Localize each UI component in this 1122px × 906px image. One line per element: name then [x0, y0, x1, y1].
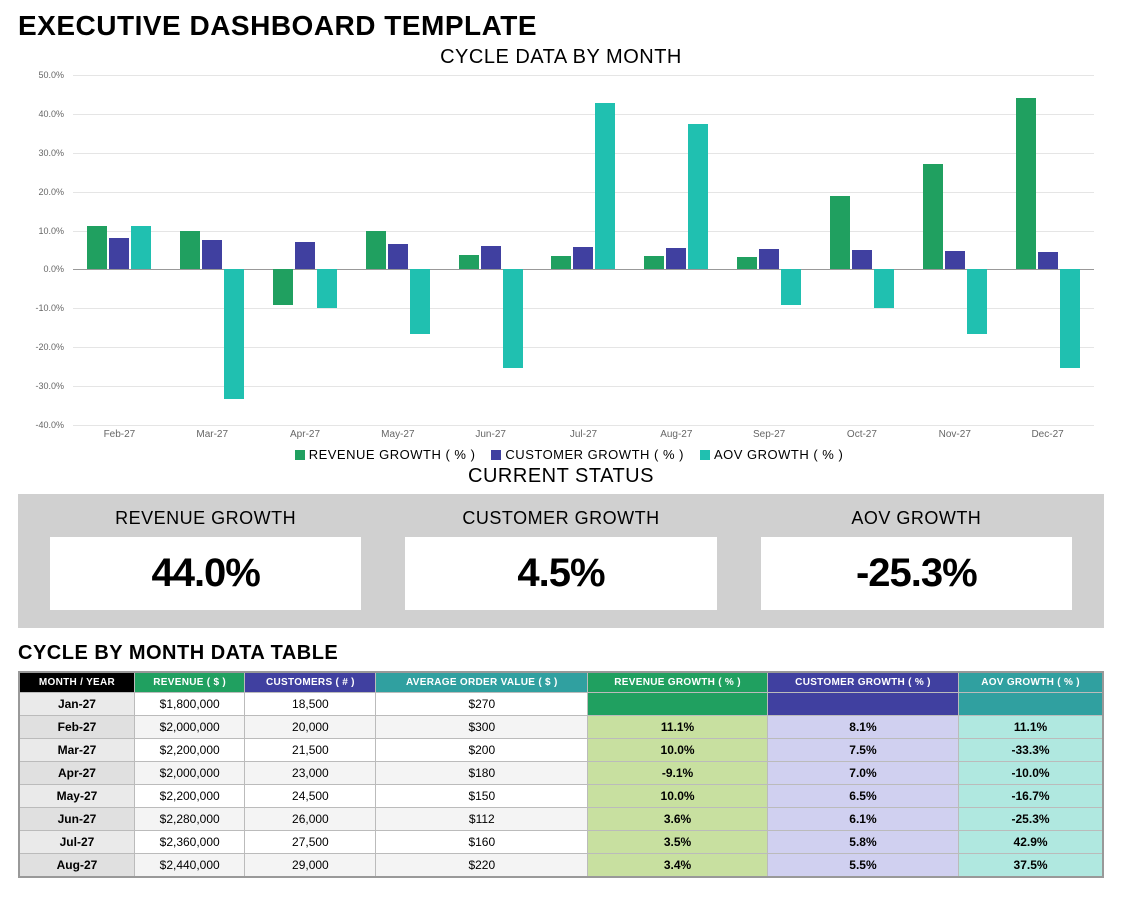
chart-bar — [666, 248, 686, 269]
chart-bar — [688, 124, 708, 270]
status-card-customer: CUSTOMER GROWTH 4.5% — [383, 508, 738, 610]
th-aov-growth: AOV GROWTH ( % ) — [959, 672, 1103, 693]
legend-label: REVENUE GROWTH ( % ) — [309, 447, 476, 462]
chart-bar — [874, 269, 894, 308]
status-label: REVENUE GROWTH — [28, 508, 383, 529]
chart-bar — [967, 269, 987, 334]
chart-bar — [759, 249, 779, 269]
th-aov: AVERAGE ORDER VALUE ( $ ) — [376, 672, 588, 693]
x-axis-label: Oct-27 — [816, 429, 909, 440]
chart-bar — [923, 164, 943, 269]
chart-bar — [551, 256, 571, 270]
x-axis-label: Dec-27 — [1001, 429, 1094, 440]
status-label: CUSTOMER GROWTH — [383, 508, 738, 529]
chart-bar — [388, 244, 408, 269]
x-axis-label: Aug-27 — [630, 429, 723, 440]
table-row: Mar-27$2,200,00021,500$20010.0%7.5%-33.3… — [19, 739, 1103, 762]
chart-bar — [573, 247, 593, 270]
legend-label: CUSTOMER GROWTH ( % ) — [505, 447, 684, 462]
chart-bar — [317, 269, 337, 308]
chart-bar — [781, 269, 801, 304]
chart-bar — [644, 256, 664, 269]
chart-bar — [595, 103, 615, 270]
status-value: 4.5% — [405, 537, 716, 610]
page-title: EXECUTIVE DASHBOARD TEMPLATE — [18, 10, 1104, 42]
chart-bar — [131, 226, 151, 269]
x-axis-label: Nov-27 — [908, 429, 1001, 440]
x-axis-label: Jul-27 — [537, 429, 630, 440]
x-axis-label: Mar-27 — [166, 429, 259, 440]
x-axis-label: May-27 — [351, 429, 444, 440]
chart-bar — [830, 196, 850, 270]
cycle-data-chart: -40.0%-30.0%-20.0%-10.0%0.0%10.0%20.0%30… — [18, 75, 1104, 455]
chart-bar — [410, 269, 430, 334]
table-row: Feb-27$2,000,00020,000$30011.1%8.1%11.1% — [19, 716, 1103, 739]
chart-bar — [459, 255, 479, 269]
chart-bar — [481, 246, 501, 270]
th-month: MONTH / YEAR — [19, 672, 134, 693]
chart-bar — [87, 226, 107, 269]
status-label: AOV GROWTH — [739, 508, 1094, 529]
status-card-revenue: REVENUE GROWTH 44.0% — [28, 508, 383, 610]
table-row: Apr-27$2,000,00023,000$180-9.1%7.0%-10.0… — [19, 762, 1103, 785]
chart-bar — [202, 240, 222, 269]
x-axis-label: Feb-27 — [73, 429, 166, 440]
table-row: Jan-27$1,800,00018,500$270 — [19, 693, 1103, 716]
chart-bar — [273, 269, 293, 304]
table-row: Jul-27$2,360,00027,500$1603.5%5.8%42.9% — [19, 831, 1103, 854]
status-value: 44.0% — [50, 537, 361, 610]
chart-bar — [737, 257, 757, 270]
status-value: -25.3% — [761, 537, 1072, 610]
x-axis-label: Sep-27 — [723, 429, 816, 440]
chart-bar — [945, 251, 965, 270]
x-axis-label: Apr-27 — [259, 429, 352, 440]
cycle-data-table: MONTH / YEAR REVENUE ( $ ) CUSTOMERS ( #… — [18, 671, 1104, 878]
legend-label: AOV GROWTH ( % ) — [714, 447, 843, 462]
chart-bar — [1038, 252, 1058, 270]
th-revenue: REVENUE ( $ ) — [134, 672, 244, 693]
status-title: CURRENT STATUS — [18, 465, 1104, 488]
chart-bar — [366, 231, 386, 270]
chart-bar — [852, 250, 872, 269]
chart-legend: REVENUE GROWTH ( % ) CUSTOMER GROWTH ( % … — [18, 447, 1104, 462]
chart-bar — [180, 231, 200, 270]
chart-bar — [109, 238, 129, 270]
table-row: May-27$2,200,00024,500$15010.0%6.5%-16.7… — [19, 785, 1103, 808]
th-cust-growth: CUSTOMER GROWTH ( % ) — [767, 672, 958, 693]
th-rev-growth: REVENUE GROWTH ( % ) — [588, 672, 768, 693]
status-panel: REVENUE GROWTH 44.0% CUSTOMER GROWTH 4.5… — [18, 494, 1104, 628]
chart-bar — [295, 242, 315, 269]
table-row: Jun-27$2,280,00026,000$1123.6%6.1%-25.3% — [19, 808, 1103, 831]
table-row: Aug-27$2,440,00029,000$2203.4%5.5%37.5% — [19, 854, 1103, 878]
status-card-aov: AOV GROWTH -25.3% — [739, 508, 1094, 610]
chart-bar — [1016, 98, 1036, 269]
x-axis-label: Jun-27 — [444, 429, 537, 440]
chart-bar — [224, 269, 244, 399]
chart-bar — [1060, 269, 1080, 367]
chart-title: CYCLE DATA BY MONTH — [18, 46, 1104, 69]
th-customers: CUSTOMERS ( # ) — [245, 672, 376, 693]
chart-bar — [503, 269, 523, 367]
data-table-title: CYCLE BY MONTH DATA TABLE — [18, 642, 1104, 665]
